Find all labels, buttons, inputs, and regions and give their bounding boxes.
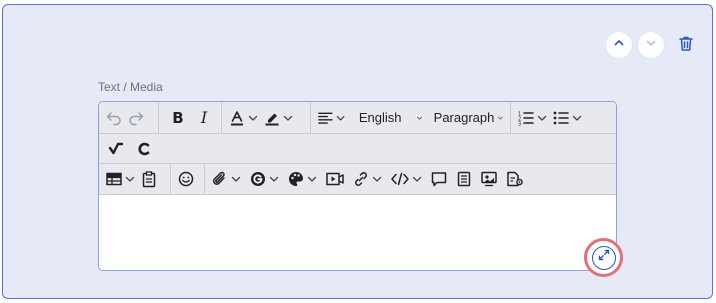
insert-group	[99, 164, 171, 194]
paperclip-icon	[212, 171, 225, 185]
expand-icon	[597, 248, 611, 267]
c-icon	[138, 142, 150, 155]
expand-button-highlight[interactable]	[584, 238, 623, 277]
list-group: 123	[511, 102, 598, 133]
trash-icon	[678, 35, 694, 57]
spellcheck-button[interactable]	[105, 137, 127, 161]
undo-icon	[106, 111, 121, 125]
paste-icon	[142, 171, 156, 188]
chevron-up-icon	[613, 36, 625, 54]
c-plugin-button[interactable]	[133, 137, 155, 161]
chevron-down-icon	[645, 36, 657, 54]
undo-button[interactable]	[103, 106, 125, 130]
table-icon	[106, 172, 122, 186]
align-left-icon	[318, 112, 333, 124]
color-group	[222, 102, 311, 133]
chevron-down-icon	[307, 176, 317, 182]
chevron-down-icon	[125, 176, 135, 182]
emoji-icon	[178, 171, 194, 187]
spellcheck-icon	[108, 142, 124, 154]
move-up-button[interactable]	[606, 32, 632, 58]
media-group	[205, 164, 531, 194]
paste-button[interactable]	[138, 167, 160, 191]
history-group	[99, 102, 159, 133]
block-format-dropdown[interactable]: Paragraph	[429, 106, 506, 130]
chevron-down-icon	[283, 115, 293, 121]
chevron-down-icon	[416, 116, 422, 120]
video-icon	[326, 172, 344, 186]
toolbar-row-1: B I English Paragraph 1 2 3	[99, 102, 616, 134]
comment-button[interactable]	[428, 167, 450, 191]
svg-text:3: 3	[518, 121, 521, 126]
chevron-down-icon	[372, 176, 382, 182]
notes-icon	[457, 171, 471, 187]
code-button[interactable]	[388, 167, 425, 191]
font-color-button[interactable]	[226, 106, 261, 130]
editor-content-area[interactable]	[99, 195, 616, 270]
chevron-down-icon	[231, 176, 241, 182]
expand-button[interactable]	[591, 245, 616, 270]
doc-settings-button[interactable]	[503, 167, 527, 191]
bold-button[interactable]: B	[167, 106, 189, 130]
redo-icon	[129, 111, 144, 125]
plugin-group	[99, 134, 159, 163]
comment-icon	[431, 172, 447, 187]
chevron-down-icon	[269, 176, 279, 182]
attachment-button[interactable]	[209, 167, 244, 191]
rich-text-editor: B I English Paragraph 1 2 3	[98, 101, 617, 271]
numbered-list-icon: 123	[518, 111, 534, 126]
chevron-down-icon	[336, 115, 345, 121]
chevron-down-icon	[537, 115, 547, 121]
italic-button[interactable]: I	[193, 106, 215, 130]
code-icon	[391, 172, 409, 186]
chevron-down-icon	[412, 176, 422, 182]
link-button[interactable]	[350, 167, 385, 191]
bullet-list-icon	[553, 111, 569, 124]
toolbar-row-2	[99, 134, 616, 164]
video-button[interactable]	[323, 167, 347, 191]
table-button[interactable]	[103, 167, 138, 191]
media-review-button[interactable]	[478, 167, 500, 191]
notes-button[interactable]	[453, 167, 475, 191]
move-down-button[interactable]	[638, 32, 664, 58]
chevron-down-icon	[498, 116, 503, 120]
language-value: English	[358, 110, 402, 125]
g-plugin-button[interactable]	[247, 167, 282, 191]
chevron-down-icon	[572, 115, 582, 121]
doc-settings-icon	[507, 171, 523, 187]
palette-button[interactable]	[285, 167, 320, 191]
highlight-button[interactable]	[261, 106, 296, 130]
chevron-down-icon	[248, 115, 258, 121]
numbered-list-button[interactable]: 123	[515, 106, 550, 130]
formatting-group: B I	[159, 102, 222, 133]
link-icon	[355, 172, 367, 186]
palette-icon	[289, 172, 303, 186]
bullet-list-button[interactable]	[550, 106, 585, 130]
redo-button[interactable]	[125, 106, 147, 130]
paragraph-group: English Paragraph	[311, 102, 511, 133]
highlighter-icon	[265, 113, 279, 125]
font-color-icon	[231, 110, 243, 125]
media-icon	[481, 171, 497, 187]
language-dropdown[interactable]: English	[354, 106, 425, 130]
block-format-value: Paragraph	[433, 110, 495, 125]
toolbar-row-3	[99, 164, 616, 195]
delete-block-button[interactable]	[676, 35, 696, 57]
emoji-button[interactable]	[175, 167, 197, 191]
emoji-group	[171, 164, 205, 194]
align-button[interactable]	[315, 106, 348, 130]
field-label: Text / Media	[98, 80, 163, 94]
g-icon	[251, 172, 265, 186]
